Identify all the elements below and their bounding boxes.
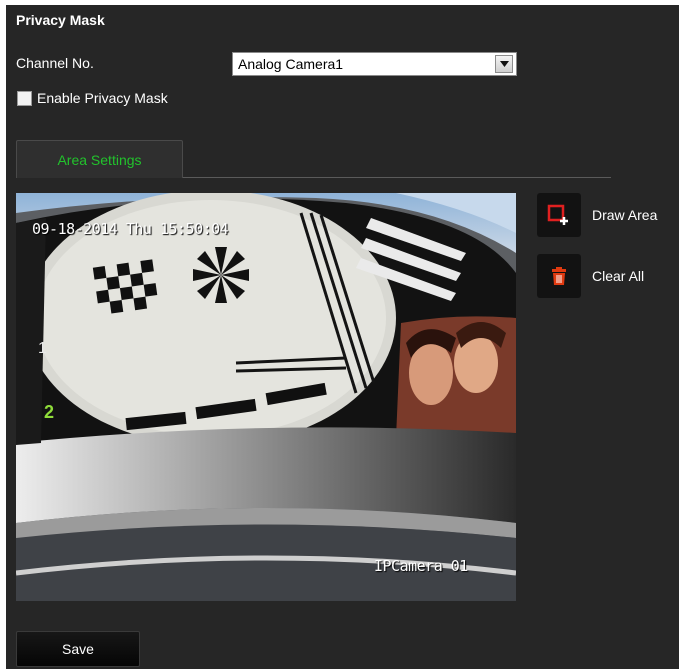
- draw-area-icon: [547, 204, 568, 225]
- channel-select-value: Analog Camera1: [238, 56, 344, 72]
- tab-area-settings[interactable]: Area Settings: [16, 140, 183, 178]
- draw-area-label[interactable]: Draw Area: [592, 207, 657, 223]
- chevron-down-icon[interactable]: [495, 55, 513, 73]
- save-button[interactable]: Save: [16, 631, 140, 667]
- video-frame-image: 1 2: [16, 193, 516, 601]
- tab-divider: [183, 177, 611, 178]
- svg-text:2: 2: [44, 402, 54, 422]
- live-video-preview[interactable]: 1 2 09-18-2014 Thu 15:50:04 IPCamera 01: [16, 193, 516, 601]
- channel-select[interactable]: Analog Camera1: [232, 52, 517, 76]
- enable-privacy-mask-row[interactable]: Enable Privacy Mask: [17, 90, 168, 106]
- enable-privacy-mask-checkbox[interactable]: [17, 90, 32, 106]
- clear-all-button[interactable]: [537, 254, 581, 298]
- svg-text:1: 1: [38, 340, 47, 357]
- draw-area-button[interactable]: [537, 193, 581, 237]
- page-title: Privacy Mask: [16, 12, 105, 28]
- video-timestamp: 09-18-2014 Thu 15:50:04: [32, 220, 229, 238]
- trash-icon: [552, 267, 566, 285]
- clear-all-label[interactable]: Clear All: [592, 268, 644, 284]
- video-camera-name: IPCamera 01: [374, 557, 468, 575]
- channel-label: Channel No.: [16, 55, 94, 71]
- enable-privacy-mask-label: Enable Privacy Mask: [37, 90, 168, 106]
